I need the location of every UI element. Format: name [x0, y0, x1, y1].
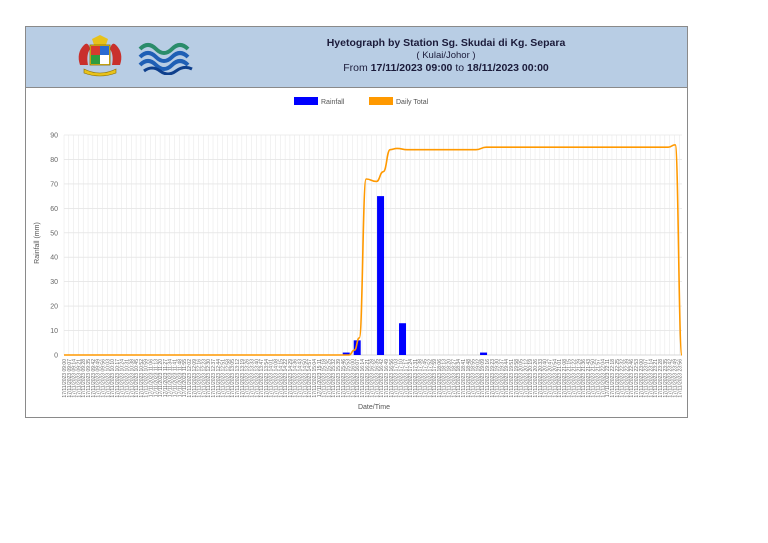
y-tick-label: 0: [54, 353, 58, 360]
daily-total-series: [64, 143, 683, 356]
range-mid: to: [455, 62, 465, 74]
y-axis-label: Rainfall (mm): [34, 222, 41, 264]
y-tick-label: 50: [50, 230, 58, 237]
y-tick-label: 70: [50, 181, 58, 188]
legend-label: Daily Total: [396, 99, 429, 106]
y-tick-label: 20: [50, 304, 58, 311]
legend: Rainfall Daily Total: [294, 97, 429, 106]
y-tick-label: 80: [50, 157, 58, 164]
chart-title: Hyetograph by Station Sg. Skudai di Kg. …: [326, 37, 566, 49]
rainfall-bar: [480, 352, 488, 355]
range-from: 17/11/2023 09:00: [370, 62, 453, 74]
date-range: From 17/11/2023 09:00 to 18/11/2023 00:0…: [246, 61, 646, 75]
x-axis-label: Date/Time: [358, 404, 390, 411]
x-axis: 17/11/2023 09:0017/11/2023 09:0717/11/20…: [62, 354, 683, 398]
report-header: Hyetograph by Station Sg. Skudai di Kg. …: [26, 27, 687, 88]
x-tick-label: 17/11/2023 23:56: [677, 359, 683, 398]
rainfall-bar: [377, 196, 385, 355]
legend-swatch: [369, 97, 393, 105]
hyetograph-chart: Rainfall Daily Total 0102030405060708090 …: [34, 97, 683, 411]
chart-frame: Hyetograph by Station Sg. Skudai di Kg. …: [25, 26, 688, 418]
chart-grid: [63, 134, 682, 356]
y-tick-label: 90: [50, 133, 58, 140]
coat-of-arms-logo: [78, 35, 122, 77]
y-tick-label: 10: [50, 328, 58, 335]
y-axis: 0 10 20 30 40 50 60 70 80 90: [50, 133, 58, 360]
legend-label: Rainfall: [321, 99, 345, 106]
chart-subtitle: ( Kulai/Johor ): [416, 50, 476, 61]
water-waves-logo: [138, 43, 193, 75]
range-prefix: From: [343, 62, 368, 74]
range-to: 18/11/2023 00:00: [467, 62, 549, 74]
rainfall-bar: [399, 323, 407, 355]
daily-total-line: [64, 143, 683, 356]
y-tick-label: 30: [50, 279, 58, 286]
y-tick-label: 60: [50, 206, 58, 213]
y-tick-label: 40: [50, 255, 58, 262]
legend-swatch: [294, 97, 318, 105]
